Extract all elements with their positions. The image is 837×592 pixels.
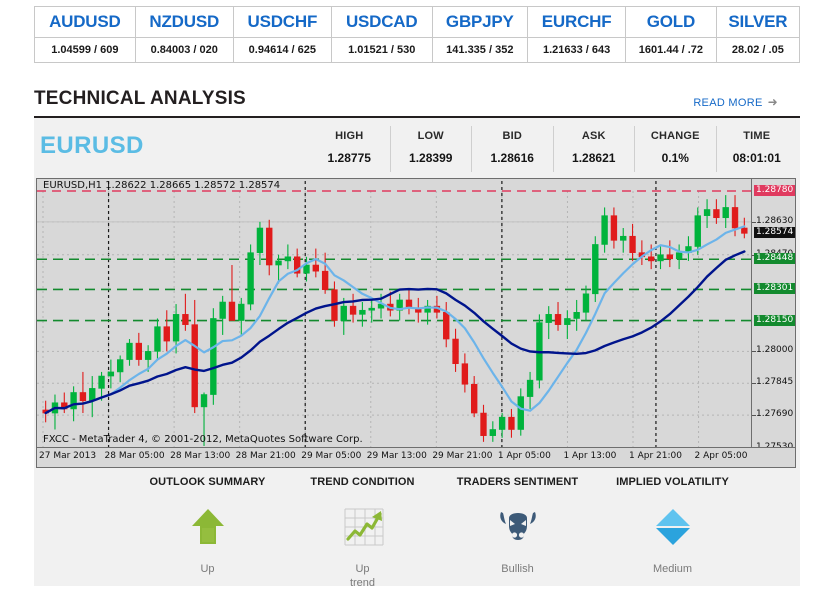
time-tick: 28 Mar 05:00 bbox=[104, 451, 165, 461]
price-tick-mark bbox=[752, 351, 756, 353]
price-tick-mark bbox=[752, 415, 756, 417]
stat-low: LOW 1.28399 bbox=[391, 126, 472, 172]
price-tick: 1.28301 bbox=[754, 283, 795, 295]
time-tick: 28 Mar 21:00 bbox=[235, 451, 296, 461]
indicator-trend-condition: TREND CONDITION Up trend bbox=[285, 476, 440, 590]
stat-high: HIGH 1.28775 bbox=[309, 126, 391, 172]
quote-value-cell: 141.335 / 352 bbox=[431, 37, 529, 63]
page-title: TECHNICAL ANALYSIS bbox=[34, 88, 246, 109]
stat-value: 1.28775 bbox=[327, 151, 371, 165]
stat-value: 1.28399 bbox=[409, 151, 453, 165]
page-root: AUDUSD NZDUSD USDCHF USDCAD GBPJPY EURCH… bbox=[0, 0, 837, 592]
quote-value-cell: 0.94614 / 625 bbox=[232, 37, 332, 63]
quote-value-cell: 28.02 / .05 bbox=[715, 37, 801, 63]
indicator-value: Up bbox=[200, 563, 215, 575]
quote-value-row: 1.04599 / 609 0.84003 / 020 0.94614 / 62… bbox=[34, 37, 801, 63]
quote-value-cell: 1.01521 / 530 bbox=[330, 37, 433, 63]
instrument-pair-title: EURUSD bbox=[40, 132, 144, 159]
time-axis[interactable]: 27 Mar 2013 28 Mar 05:00 28 Mar 13:00 28 Ma… bbox=[37, 447, 795, 467]
instrument-stats-bar: HIGH 1.28775 LOW 1.28399 BID 1.28616 ASK… bbox=[309, 126, 797, 172]
time-tick: 28 Mar 13:00 bbox=[170, 451, 231, 461]
time-tick: 27 Mar 2013 bbox=[39, 451, 97, 461]
indicator-title: TREND CONDITION bbox=[310, 476, 415, 488]
chart-plot-area bbox=[37, 179, 753, 467]
stat-value: 1.28621 bbox=[572, 151, 616, 165]
stat-value: 0.1% bbox=[661, 151, 689, 165]
stat-label: LOW bbox=[417, 130, 444, 142]
chart-ohlc-header: EURUSD,H1 1.28622 1.28665 1.28572 1.2857… bbox=[43, 180, 281, 191]
quote-symbol-cell[interactable]: GOLD bbox=[625, 6, 717, 38]
arrow-right-icon: ➜ bbox=[767, 95, 778, 109]
price-tick: 1.28000 bbox=[756, 345, 794, 356]
price-tick: 1.28574 bbox=[754, 227, 795, 239]
read-more-link[interactable]: READ MORE ➜ bbox=[693, 95, 778, 109]
bull-icon bbox=[440, 504, 595, 550]
quote-symbol-row: AUDUSD NZDUSD USDCHF USDCAD GBPJPY EURCH… bbox=[34, 6, 801, 38]
chart-copyright: FXCC - MetaTrader 4, © 2001-2012, MetaQu… bbox=[43, 434, 363, 445]
quote-symbol-cell[interactable]: EURCHF bbox=[527, 6, 627, 38]
read-more-label: READ MORE bbox=[693, 97, 763, 109]
price-tick: 1.28780 bbox=[754, 185, 795, 196]
section-header: TECHNICAL ANALYSIS READ MORE ➜ bbox=[34, 88, 800, 119]
price-tick: 1.28448 bbox=[754, 253, 795, 265]
stat-label: ASK bbox=[581, 130, 606, 142]
indicator-title: OUTLOOK SUMMARY bbox=[149, 476, 266, 488]
price-tick: 1.27845 bbox=[756, 377, 794, 388]
time-tick: 29 Mar 05:00 bbox=[301, 451, 362, 461]
stat-time: TIME 08:01:01 bbox=[717, 126, 798, 172]
indicator-title: IMPLIED VOLATILITY bbox=[616, 476, 729, 488]
stat-label: CHANGE bbox=[650, 130, 700, 142]
stat-label: TIME bbox=[743, 130, 771, 142]
quote-value-cell: 0.84003 / 020 bbox=[134, 37, 234, 63]
time-tick: 2 Apr 05:00 bbox=[694, 451, 748, 461]
quote-value-cell: 1.04599 / 609 bbox=[34, 37, 136, 63]
price-tick-mark bbox=[752, 383, 756, 385]
quote-symbol-cell[interactable]: GBPJPY bbox=[431, 6, 529, 38]
quote-ticker-table: AUDUSD NZDUSD USDCHF USDCAD GBPJPY EURCH… bbox=[34, 6, 801, 63]
indicator-outlook-summary: OUTLOOK SUMMARY Up bbox=[130, 476, 285, 590]
price-tick: 1.28630 bbox=[756, 215, 794, 226]
time-tick: 1 Apr 21:00 bbox=[629, 451, 682, 461]
indicator-implied-volatility: IMPLIED VOLATILITY Medium bbox=[595, 476, 750, 590]
stat-bid: BID 1.28616 bbox=[472, 126, 554, 172]
price-tick: 1.27690 bbox=[756, 409, 794, 420]
indicator-value: Medium bbox=[652, 563, 693, 575]
quote-value-cell: 1.21633 / 643 bbox=[527, 37, 627, 63]
price-chart[interactable]: EURUSD,H1 1.28622 1.28665 1.28572 1.2857… bbox=[36, 178, 796, 468]
time-tick: 29 Mar 21:00 bbox=[432, 451, 493, 461]
time-tick: 1 Apr 13:00 bbox=[563, 451, 617, 461]
indicator-value: Bullish bbox=[501, 563, 534, 575]
price-tick-mark bbox=[752, 221, 756, 223]
quote-symbol-cell[interactable]: SILVER bbox=[715, 6, 801, 38]
quote-symbol-cell[interactable]: USDCHF bbox=[232, 6, 332, 38]
diamond-icon bbox=[595, 504, 750, 550]
stat-label: HIGH bbox=[335, 130, 364, 142]
quote-value-cell: 1601.44 / .72 bbox=[625, 37, 717, 63]
stat-ask: ASK 1.28621 bbox=[554, 126, 635, 172]
price-axis[interactable]: 1.287801.286301.285741.284701.284481.283… bbox=[751, 179, 795, 467]
stat-value: 1.28616 bbox=[490, 151, 534, 165]
quote-symbol-cell[interactable]: AUDUSD bbox=[34, 6, 136, 38]
stat-change: CHANGE 0.1% bbox=[635, 126, 717, 172]
indicator-value: Up trend bbox=[349, 563, 376, 589]
trend-chart-icon bbox=[285, 504, 440, 550]
candlestick-svg bbox=[37, 179, 753, 467]
quote-symbol-cell[interactable]: USDCAD bbox=[330, 6, 433, 38]
stat-value: 08:01:01 bbox=[732, 151, 781, 165]
quote-symbol-cell[interactable]: NZDUSD bbox=[134, 6, 234, 38]
indicator-title: TRADERS SENTIMENT bbox=[456, 476, 579, 488]
time-tick: 29 Mar 13:00 bbox=[366, 451, 427, 461]
price-tick: 1.28150 bbox=[754, 314, 795, 326]
indicator-row: OUTLOOK SUMMARY Up TREND CONDITION Up tr… bbox=[130, 476, 750, 590]
up-arrow-icon bbox=[130, 504, 285, 550]
stat-label: BID bbox=[502, 130, 523, 142]
time-tick: 1 Apr 05:00 bbox=[497, 451, 551, 461]
indicator-traders-sentiment: TRADERS SENTIMENT Bullish bbox=[440, 476, 595, 590]
analysis-panel: EURUSD HIGH 1.28775 LOW 1.28399 BID 1.28… bbox=[34, 118, 800, 589]
